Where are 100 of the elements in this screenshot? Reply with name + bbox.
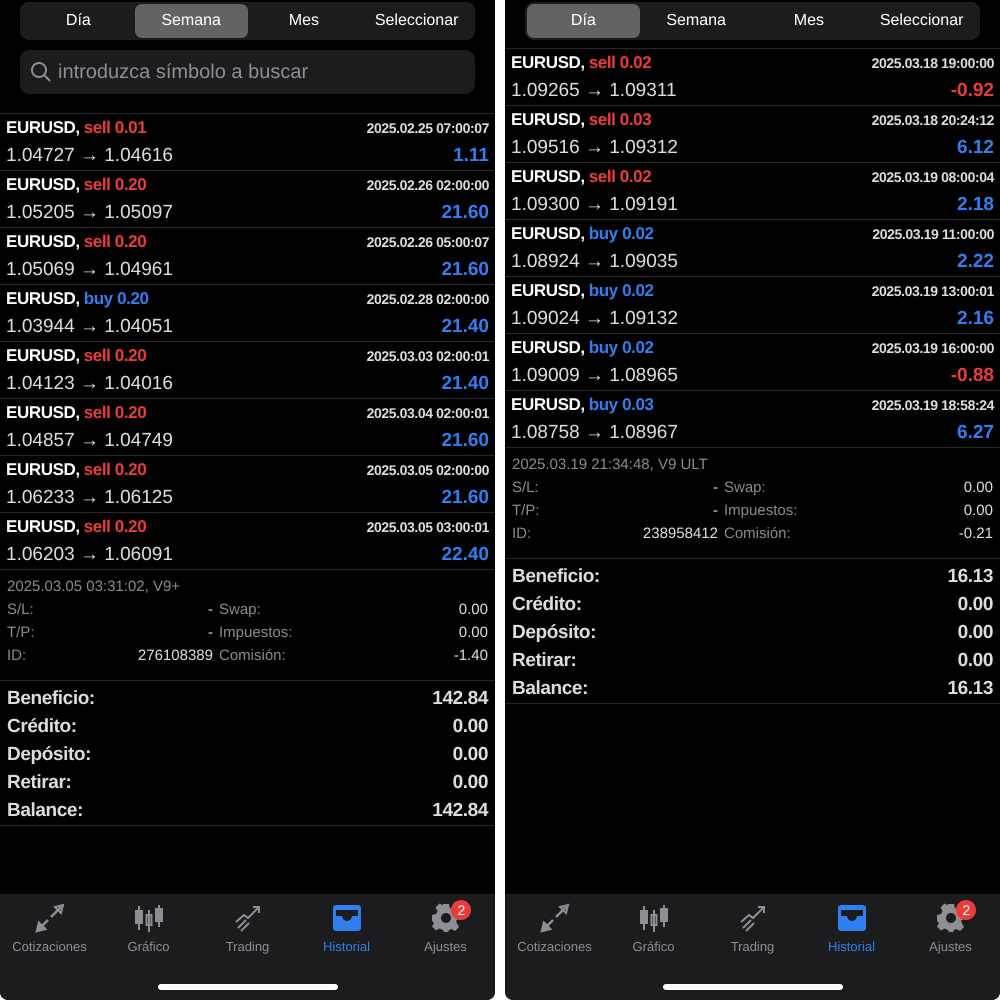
order-info: 2025.03.19 21:34:48, V9 ULT	[511, 455, 709, 475]
trade-time: 2025.03.04 02:00:01	[366, 404, 489, 420]
trade-time: 2025.02.28 02:00:00	[366, 290, 489, 306]
symbol-label: EURUSD,	[6, 232, 80, 252]
profit-value: 21.60	[440, 202, 489, 224]
price-range: 1.04727 → 1.04616	[6, 144, 174, 166]
tab-bar-item[interactable]: Ajustes 2	[396, 902, 495, 954]
order-label: sell 0.02	[588, 52, 652, 72]
period-tab[interactable]: Seleccionar	[865, 4, 978, 38]
period-tab[interactable]: Mes	[248, 4, 360, 38]
arrows-icon	[34, 902, 66, 934]
tab-bar-item[interactable]: Cotizaciones	[0, 902, 99, 954]
inbox-icon	[836, 902, 868, 934]
profit-value: 2.16	[956, 308, 994, 330]
detail-label: ID:	[7, 647, 28, 664]
trade-time: 2025.03.05 02:00:00	[366, 462, 489, 478]
trade-time: 2025.02.25 07:00:07	[366, 120, 489, 136]
symbol-label: EURUSD,	[511, 110, 585, 130]
search-icon	[30, 61, 52, 83]
inbox-icon	[330, 902, 362, 934]
summary-label: Crédito:	[7, 716, 77, 738]
profit-value: 21.60	[440, 486, 489, 508]
summary-value: 0.00	[452, 716, 488, 738]
symbol-label: EURUSD,	[6, 346, 80, 366]
profit-value: 6.12	[956, 136, 994, 158]
summary-value: 142.84	[432, 800, 488, 822]
profit-value: -0.92	[950, 80, 994, 102]
symbol-label: EURUSD,	[6, 174, 80, 194]
trade-time: 2025.03.19 08:00:04	[872, 168, 994, 184]
order-info: 2025.03.05 03:31:02, V9+	[6, 577, 182, 597]
order-label: buy 0.20	[84, 288, 149, 308]
trade-time: 2025.03.19 16:00:00	[872, 340, 994, 356]
period-tab[interactable]: Día	[22, 4, 135, 38]
notification-badge: 2	[956, 900, 976, 920]
profit-value: -0.88	[950, 364, 994, 386]
profit-value: 2.22	[956, 250, 994, 272]
period-tab[interactable]: Semana	[640, 4, 752, 38]
symbol-label: EURUSD,	[511, 52, 585, 72]
arrows-icon	[538, 902, 570, 934]
order-label: buy 0.02	[588, 338, 654, 358]
summary-value: 0.00	[958, 650, 993, 672]
order-label: sell 0.20	[84, 516, 146, 536]
detail-value: 276108389	[136, 647, 214, 664]
price-range: 1.09009 → 1.08965	[511, 364, 679, 386]
symbol-label: EURUSD,	[6, 288, 80, 308]
price-range: 1.08924 → 1.09035	[511, 250, 679, 272]
symbol-label: EURUSD,	[6, 516, 80, 536]
tab-bar-item[interactable]: Historial	[297, 902, 396, 954]
detail-value: -	[712, 479, 719, 496]
tab-bar-item[interactable]: Trading	[703, 902, 802, 954]
detail-label: Swap:	[724, 479, 767, 496]
price-range: 1.09024 → 1.09132	[511, 308, 679, 330]
period-tab[interactable]: Día	[527, 4, 640, 38]
trade-time: 2025.03.19 13:00:01	[872, 282, 994, 298]
order-label: sell 0.20	[84, 402, 146, 422]
tab-bar-item[interactable]: Ajustes 2	[901, 902, 1000, 954]
summary-value: 16.13	[947, 566, 993, 588]
detail-label: Comisión:	[724, 525, 792, 542]
price-range: 1.05205 → 1.05097	[6, 202, 174, 224]
detail-label: Swap:	[219, 601, 262, 618]
tab-bar-item[interactable]: Trading	[198, 902, 297, 954]
tab-bar-item[interactable]: Gráfico	[99, 902, 198, 954]
detail-label: S/L:	[512, 479, 540, 496]
period-tab[interactable]: Mes	[752, 4, 866, 38]
detail-value: -1.40	[454, 647, 488, 664]
price-range: 1.09265 → 1.09311	[511, 80, 678, 102]
price-range: 1.04857 → 1.04749	[6, 430, 174, 452]
profit-value: 21.60	[440, 430, 489, 452]
summary-label: Depósito:	[512, 622, 596, 644]
profit-value: 2.18	[956, 194, 994, 216]
trade-time: 2025.03.18 19:00:00	[872, 54, 994, 70]
profit-value: 21.40	[440, 372, 489, 394]
order-label: sell 0.20	[84, 346, 146, 366]
price-range: 1.06233 → 1.06125	[6, 486, 174, 508]
trade-time: 2025.03.18 20:24:12	[872, 112, 994, 128]
symbol-label: EURUSD,	[6, 460, 80, 480]
summary-value: 0.00	[958, 594, 993, 616]
tab-bar-item[interactable]: Historial	[802, 902, 901, 954]
symbol-label: EURUSD,	[511, 394, 585, 414]
price-range: 1.03944 → 1.04051	[6, 316, 174, 338]
detail-value: -	[207, 624, 214, 641]
detail-label: T/P:	[7, 624, 36, 641]
detail-value: -	[207, 601, 214, 618]
detail-value: 0.00	[962, 479, 993, 496]
profit-value: 1.11	[452, 144, 489, 166]
summary-label: Balance:	[7, 800, 84, 822]
order-label: buy 0.02	[588, 280, 654, 300]
order-label: sell 0.01	[84, 118, 146, 138]
detail-value: -	[712, 502, 719, 519]
detail-label: T/P:	[512, 502, 541, 519]
trade-time: 2025.03.19 11:00:00	[872, 226, 994, 242]
profit-value: 21.40	[440, 316, 489, 338]
period-tab[interactable]: Seleccionar	[360, 4, 473, 38]
period-tab[interactable]: Semana	[134, 4, 248, 38]
trade-time: 2025.03.19 18:58:24	[872, 396, 994, 412]
search-field[interactable]: introduzca símbolo a buscar	[20, 50, 475, 94]
symbol-label: EURUSD,	[6, 402, 80, 422]
tab-bar-item[interactable]: Gráfico	[604, 902, 703, 954]
tab-bar-item[interactable]: Cotizaciones	[505, 902, 604, 954]
order-label: buy 0.03	[588, 394, 654, 414]
